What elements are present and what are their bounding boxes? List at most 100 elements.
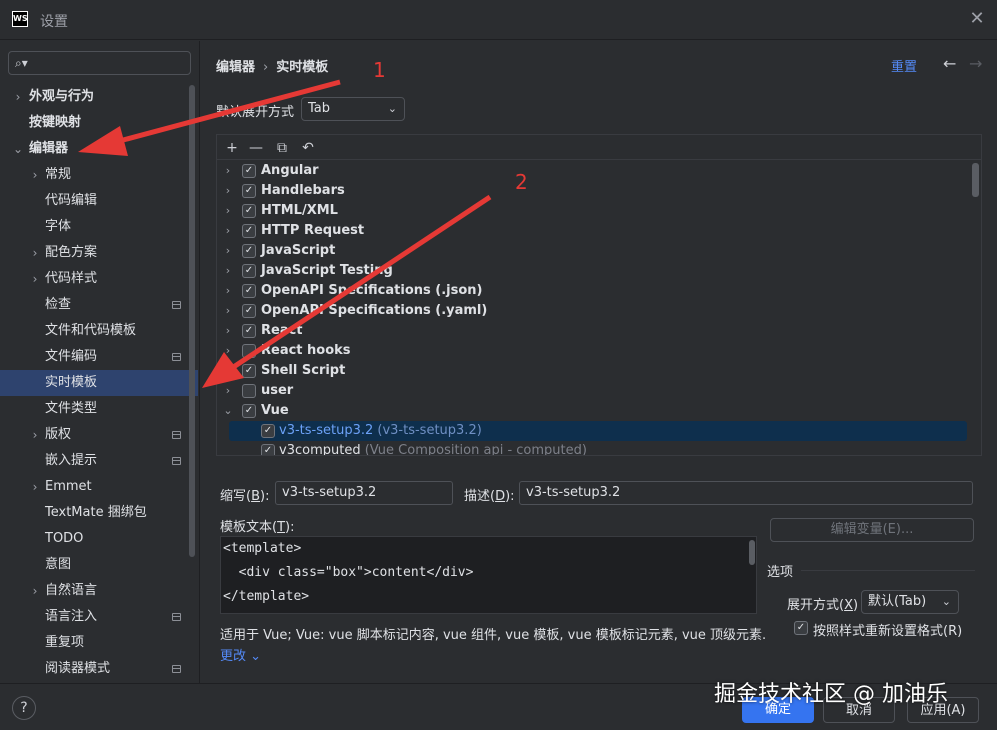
chevron-down-icon[interactable]: ⌄: [223, 401, 233, 421]
chevron-right-icon[interactable]: ›: [12, 84, 24, 110]
template-group-row[interactable]: › OpenAPI Specifications (.yaml): [217, 301, 967, 321]
template-group-checkbox[interactable]: [242, 264, 256, 278]
template-group-checkbox[interactable]: [242, 384, 256, 398]
sidebar-item[interactable]: 文件和代码模板: [0, 318, 198, 344]
template-group-checkbox[interactable]: [242, 204, 256, 218]
template-group-row[interactable]: › React: [217, 321, 967, 341]
chevron-right-icon[interactable]: ›: [223, 221, 233, 241]
sidebar-item[interactable]: 检查: [0, 292, 198, 318]
chevron-right-icon[interactable]: ›: [223, 321, 233, 341]
help-icon[interactable]: ?: [12, 696, 36, 720]
forward-arrow-icon[interactable]: →: [969, 54, 982, 73]
chevron-right-icon[interactable]: ›: [223, 381, 233, 401]
settings-search-input[interactable]: ⌕▾: [8, 51, 191, 75]
template-group-checkbox[interactable]: [242, 304, 256, 318]
chevron-right-icon[interactable]: ›: [223, 301, 233, 321]
chevron-right-icon[interactable]: ›: [223, 241, 233, 261]
chevron-right-icon[interactable]: ›: [223, 261, 233, 281]
chevron-down-icon: ⌄: [387, 102, 397, 115]
sidebar-item[interactable]: 阅读器模式: [0, 656, 198, 682]
template-item-row[interactable]: v3-ts-setup3.2 (v3-ts-setup3.2): [229, 421, 967, 441]
template-group-name: JavaScript: [261, 243, 336, 258]
chevron-right-icon[interactable]: ›: [29, 422, 41, 448]
sidebar-item[interactable]: 语言注入: [0, 604, 198, 630]
sidebar-item[interactable]: › 版权: [0, 422, 198, 448]
remove-icon[interactable]: —: [247, 139, 265, 157]
sidebar-item[interactable]: 文件类型: [0, 396, 198, 422]
chevron-right-icon[interactable]: ›: [29, 162, 41, 188]
chevron-right-icon[interactable]: ›: [223, 201, 233, 221]
sidebar-item[interactable]: › 代码样式: [0, 266, 198, 292]
project-scope-icon: [172, 301, 181, 309]
template-group-row[interactable]: › Angular: [217, 161, 967, 181]
template-group-row[interactable]: ⌄ Vue: [217, 401, 967, 421]
abbreviation-input[interactable]: v3-ts-setup3.2: [275, 481, 453, 505]
sidebar-item[interactable]: › 自然语言: [0, 578, 198, 604]
chevron-right-icon[interactable]: ›: [223, 161, 233, 181]
sidebar-item[interactable]: TextMate 捆绑包: [0, 500, 198, 526]
chevron-right-icon[interactable]: ›: [29, 578, 41, 604]
templates-scrollbar[interactable]: [972, 163, 979, 197]
chevron-down-icon[interactable]: ⌄: [12, 136, 24, 162]
sidebar-item[interactable]: 按键映射: [0, 110, 198, 136]
template-group-row[interactable]: › user: [217, 381, 967, 401]
chevron-right-icon[interactable]: ›: [223, 181, 233, 201]
sidebar-item[interactable]: 嵌入提示: [0, 448, 198, 474]
template-group-row[interactable]: › Shell Script: [217, 361, 967, 381]
sidebar-item[interactable]: 字体: [0, 214, 198, 240]
add-icon[interactable]: +: [223, 139, 241, 157]
sidebar-item[interactable]: › 外观与行为: [0, 84, 198, 110]
back-arrow-icon[interactable]: ←: [943, 54, 956, 73]
description-input[interactable]: v3-ts-setup3.2: [519, 481, 973, 505]
template-group-checkbox[interactable]: [242, 284, 256, 298]
template-group-row[interactable]: › HTTP Request: [217, 221, 967, 241]
sidebar-item[interactable]: 代码编辑: [0, 188, 198, 214]
editor-scrollbar[interactable]: [749, 540, 755, 565]
chevron-right-icon[interactable]: ›: [223, 361, 233, 381]
template-group-checkbox[interactable]: [242, 184, 256, 198]
change-context-link[interactable]: 更改 ⌄: [220, 645, 261, 664]
sidebar-item[interactable]: 文件编码: [0, 344, 198, 370]
chevron-right-icon[interactable]: ›: [223, 341, 233, 361]
sidebar-item[interactable]: › 配色方案: [0, 240, 198, 266]
edit-variables-button[interactable]: 编辑变量(E)...: [770, 518, 974, 542]
chevron-right-icon[interactable]: ›: [29, 240, 41, 266]
template-item-row[interactable]: v3computed (Vue Composition api - comput…: [229, 441, 967, 455]
chevron-right-icon[interactable]: ›: [223, 281, 233, 301]
default-expand-select[interactable]: Tab ⌄: [301, 97, 405, 121]
template-group-checkbox[interactable]: [242, 364, 256, 378]
sidebar-item[interactable]: 重复项: [0, 630, 198, 656]
sidebar-item[interactable]: ⌄ 编辑器: [0, 136, 198, 162]
breadcrumb-editor[interactable]: 编辑器: [216, 60, 255, 75]
reformat-checkbox[interactable]: [794, 621, 808, 635]
template-group-row[interactable]: › Handlebars: [217, 181, 967, 201]
template-group-checkbox[interactable]: [242, 344, 256, 358]
sidebar-item[interactable]: › Emmet: [0, 474, 198, 500]
expand-with-select[interactable]: 默认(Tab) ⌄: [861, 590, 959, 614]
chevron-right-icon[interactable]: ›: [29, 474, 41, 500]
sidebar-item[interactable]: › 常规: [0, 162, 198, 188]
template-group-row[interactable]: › React hooks: [217, 341, 967, 361]
close-icon[interactable]: ✕: [967, 9, 987, 29]
sidebar-item[interactable]: 实时模板: [0, 370, 198, 396]
template-group-checkbox[interactable]: [242, 224, 256, 238]
template-group-row[interactable]: › JavaScript: [217, 241, 967, 261]
reset-link[interactable]: 重置: [891, 56, 917, 75]
template-text-editor[interactable]: <template> <div class="box">content</div…: [220, 536, 757, 614]
template-item-checkbox[interactable]: [261, 444, 275, 455]
template-group-checkbox[interactable]: [242, 164, 256, 178]
template-item-checkbox[interactable]: [261, 424, 275, 438]
sidebar-scrollbar[interactable]: [189, 85, 195, 557]
sidebar-item[interactable]: 意图: [0, 552, 198, 578]
template-group-row[interactable]: › OpenAPI Specifications (.json): [217, 281, 967, 301]
template-group-row[interactable]: › JavaScript Testing: [217, 261, 967, 281]
template-group-checkbox[interactable]: [242, 244, 256, 258]
sidebar-item[interactable]: TODO: [0, 526, 198, 552]
copy-icon[interactable]: ⧉: [273, 139, 291, 157]
template-group-checkbox[interactable]: [242, 324, 256, 338]
restore-icon[interactable]: ↶: [299, 139, 317, 157]
chevron-right-icon[interactable]: ›: [29, 266, 41, 292]
template-group-checkbox[interactable]: [242, 404, 256, 418]
code-line: <div class="box">content</div>: [223, 565, 474, 580]
template-group-row[interactable]: › HTML/XML: [217, 201, 967, 221]
